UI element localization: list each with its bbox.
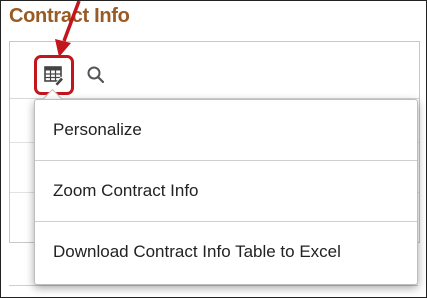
menu-item-download-excel[interactable]: Download Contract Info Table to Excel	[35, 222, 417, 282]
grid-search-button[interactable]	[83, 61, 109, 87]
search-icon	[87, 66, 105, 84]
personalize-grid-icon	[44, 66, 65, 86]
grid-actions-menu: Personalize Zoom Contract Info Download …	[34, 99, 418, 285]
page-frame: Contract Info Personalize Zoom Contract …	[0, 0, 427, 298]
menu-item-zoom[interactable]: Zoom Contract Info	[35, 161, 417, 221]
callout-arrow-icon	[55, 1, 81, 57]
menu-item-personalize[interactable]: Personalize	[35, 100, 417, 160]
personalize-grid-button[interactable]	[34, 55, 74, 95]
section-divider	[9, 285, 418, 286]
